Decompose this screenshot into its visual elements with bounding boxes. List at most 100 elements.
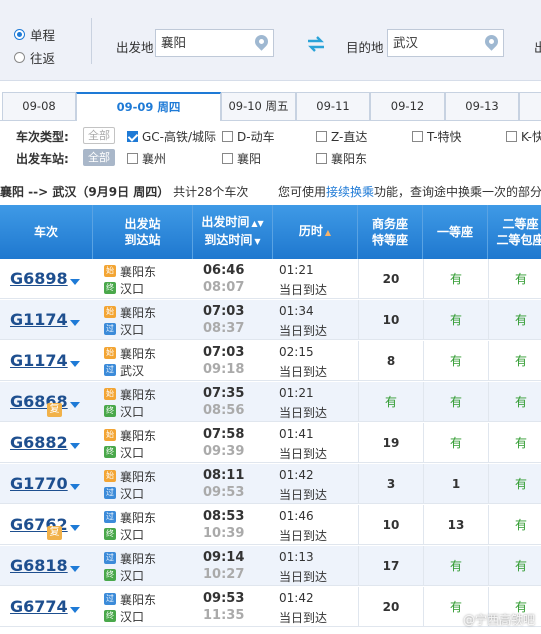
business-seat[interactable]: 20 [358, 587, 423, 627]
business-seat[interactable]: 有 [358, 382, 423, 422]
station-xiangyangdong-checkbox[interactable]: 襄阳东 [316, 150, 367, 167]
second-class-seat[interactable]: 有 [488, 423, 541, 463]
watermark: @宁西高铁吧 [462, 613, 535, 627]
radio-selected-icon [14, 29, 25, 40]
second-class-seat[interactable]: 有 [488, 300, 541, 340]
fuxing-badge: 复 [47, 526, 62, 540]
from-station-badge: 始 [104, 306, 116, 318]
from-station: 襄阳东 [120, 306, 157, 320]
arrival-time: 10:27 [203, 567, 245, 582]
second-class-seat[interactable]: 有 [488, 546, 541, 586]
filter-z-checkbox[interactable]: Z-直达 [316, 128, 367, 145]
tab-date[interactable]: 09-13 [445, 92, 519, 120]
departure-time: 08:53 [203, 509, 245, 524]
filter-k-checkbox[interactable]: K-快 [506, 128, 541, 145]
trip-roundtrip-radio[interactable]: 往返 [14, 48, 55, 67]
train-number[interactable]: G1770 [10, 474, 68, 493]
tab-date-active[interactable]: 09-09 周四 [76, 92, 221, 121]
trip-oneway-radio[interactable]: 单程 [14, 25, 55, 44]
business-seat[interactable]: 3 [358, 464, 423, 504]
first-class-seat[interactable]: 1 [423, 464, 488, 504]
second-class-seat[interactable]: 有 [488, 341, 541, 381]
table-row[interactable]: G1174 始襄阳东过汉口 07:03 08:37 01:34 当日到达 10 有有 [0, 300, 541, 340]
expand-caret-icon[interactable] [70, 525, 80, 531]
expand-caret-icon[interactable] [70, 402, 80, 408]
first-class-seat[interactable]: 有 [423, 423, 488, 463]
second-class-seat[interactable]: 有 [488, 505, 541, 545]
tab-date[interactable]: 09-10 周五 [221, 92, 296, 120]
from-field[interactable]: 襄阳 [155, 29, 274, 57]
from-station: 襄阳东 [120, 593, 157, 607]
arrival-note: 当日到达 [279, 611, 328, 625]
second-class-seat[interactable]: 有 [488, 464, 541, 504]
expand-caret-icon[interactable] [70, 320, 80, 326]
business-seat[interactable]: 8 [358, 341, 423, 381]
duration: 01:13 [279, 550, 314, 564]
checkbox-icon [316, 131, 327, 142]
business-seat[interactable]: 19 [358, 423, 423, 463]
tab-date[interactable]: 09-12 [370, 92, 445, 120]
first-class-seat[interactable]: 有 [423, 341, 488, 381]
table-row[interactable]: G6818 过襄阳东终汉口 09:14 10:27 01:13 当日到达 17 有有 [0, 546, 541, 586]
from-value: 襄阳 [161, 35, 187, 50]
train-number[interactable]: G6898 [10, 269, 68, 288]
arrival-time: 10:39 [203, 526, 245, 541]
train-number[interactable]: G1174 [10, 310, 68, 329]
duration: 01:34 [279, 304, 314, 318]
table-row[interactable]: G1770 始襄阳东过汉口 08:11 09:53 01:42 当日到达 3 1 有 [0, 464, 541, 504]
first-class-seat[interactable]: 有 [423, 546, 488, 586]
station-xiangyang-checkbox[interactable]: 襄阳 [222, 150, 261, 167]
expand-caret-icon[interactable] [70, 361, 80, 367]
station-all-button[interactable]: 全部 [83, 149, 115, 166]
business-seat[interactable]: 10 [358, 505, 423, 545]
business-seat[interactable]: 20 [358, 259, 423, 299]
business-seat[interactable]: 17 [358, 546, 423, 586]
table-row[interactable]: G6898 始襄阳东终汉口 06:46 08:07 01:21 当日到达 20 有有 [0, 259, 541, 299]
from-station: 襄阳东 [120, 388, 157, 402]
arrival-note: 当日到达 [279, 406, 328, 420]
tab-date[interactable]: 09-08 [2, 92, 76, 120]
train-number[interactable]: G6882 [10, 433, 68, 452]
expand-caret-icon[interactable] [70, 279, 80, 285]
first-class-seat[interactable]: 有 [423, 382, 488, 422]
expand-caret-icon[interactable] [70, 484, 80, 490]
checkbox-icon [412, 131, 423, 142]
header-times[interactable]: 出发时间 ▲▼ 到达时间 ▼ [193, 205, 273, 259]
train-number[interactable]: G6818 [10, 556, 68, 575]
filter-d-checkbox[interactable]: D-动车 [222, 128, 275, 145]
first-class-seat[interactable]: 13 [423, 505, 488, 545]
to-field[interactable]: 武汉 [387, 29, 504, 57]
expand-caret-icon[interactable] [70, 566, 80, 572]
filter-d-label: D-动车 [237, 130, 275, 144]
train-type-all-button[interactable]: 全部 [83, 127, 115, 144]
second-class-seat[interactable]: 有 [488, 259, 541, 299]
table-row[interactable]: G6774 过襄阳东终汉口 09:53 11:35 01:42 当日到达 20 有有 [0, 587, 541, 627]
station-xiangzhou-checkbox[interactable]: 襄州 [127, 150, 166, 167]
train-number[interactable]: G6774 [10, 597, 68, 616]
transfer-link[interactable]: 接续换乘 [326, 185, 374, 199]
station-xiangyang-label: 襄阳 [237, 152, 262, 166]
second-class-seat[interactable]: 有 [488, 382, 541, 422]
header-duration[interactable]: 历时 ▲ [273, 205, 358, 259]
sort-icon: ▲▼ [251, 219, 264, 228]
hint-text-2: 功能，查询途中换乘一次的部分 [374, 185, 541, 199]
first-class-seat[interactable]: 有 [423, 300, 488, 340]
checkbox-icon [506, 131, 517, 142]
expand-caret-icon[interactable] [70, 607, 80, 613]
table-row[interactable]: G6882 始襄阳东终汉口 07:58 09:39 01:41 当日到达 19 有有 [0, 423, 541, 463]
business-seat[interactable]: 10 [358, 300, 423, 340]
route-text: 襄阳 --> 武汉（9月9日 周四） [0, 185, 170, 199]
table-row[interactable]: G6762 复过襄阳东终汉口 08:53 10:39 01:46 当日到达 10 13 有 [0, 505, 541, 545]
tab-date[interactable]: 09-11 [296, 92, 370, 120]
filter-t-checkbox[interactable]: T-特快 [412, 128, 462, 145]
location-pin-icon[interactable] [482, 32, 501, 51]
expand-caret-icon[interactable] [70, 443, 80, 449]
tab-date-more[interactable] [519, 92, 541, 120]
location-pin-icon[interactable] [252, 32, 271, 51]
swap-icon[interactable] [306, 36, 326, 52]
filter-gc-checkbox[interactable]: GC-高铁/城际 [127, 128, 216, 145]
train-number[interactable]: G1174 [10, 351, 68, 370]
first-class-seat[interactable]: 有 [423, 259, 488, 299]
table-row[interactable]: G6868 复始襄阳东终汉口 07:35 08:56 01:21 当日到达有有有 [0, 382, 541, 422]
table-row[interactable]: G1174 始襄阳东过武汉 07:03 09:18 02:15 当日到达 8 有有 [0, 341, 541, 381]
